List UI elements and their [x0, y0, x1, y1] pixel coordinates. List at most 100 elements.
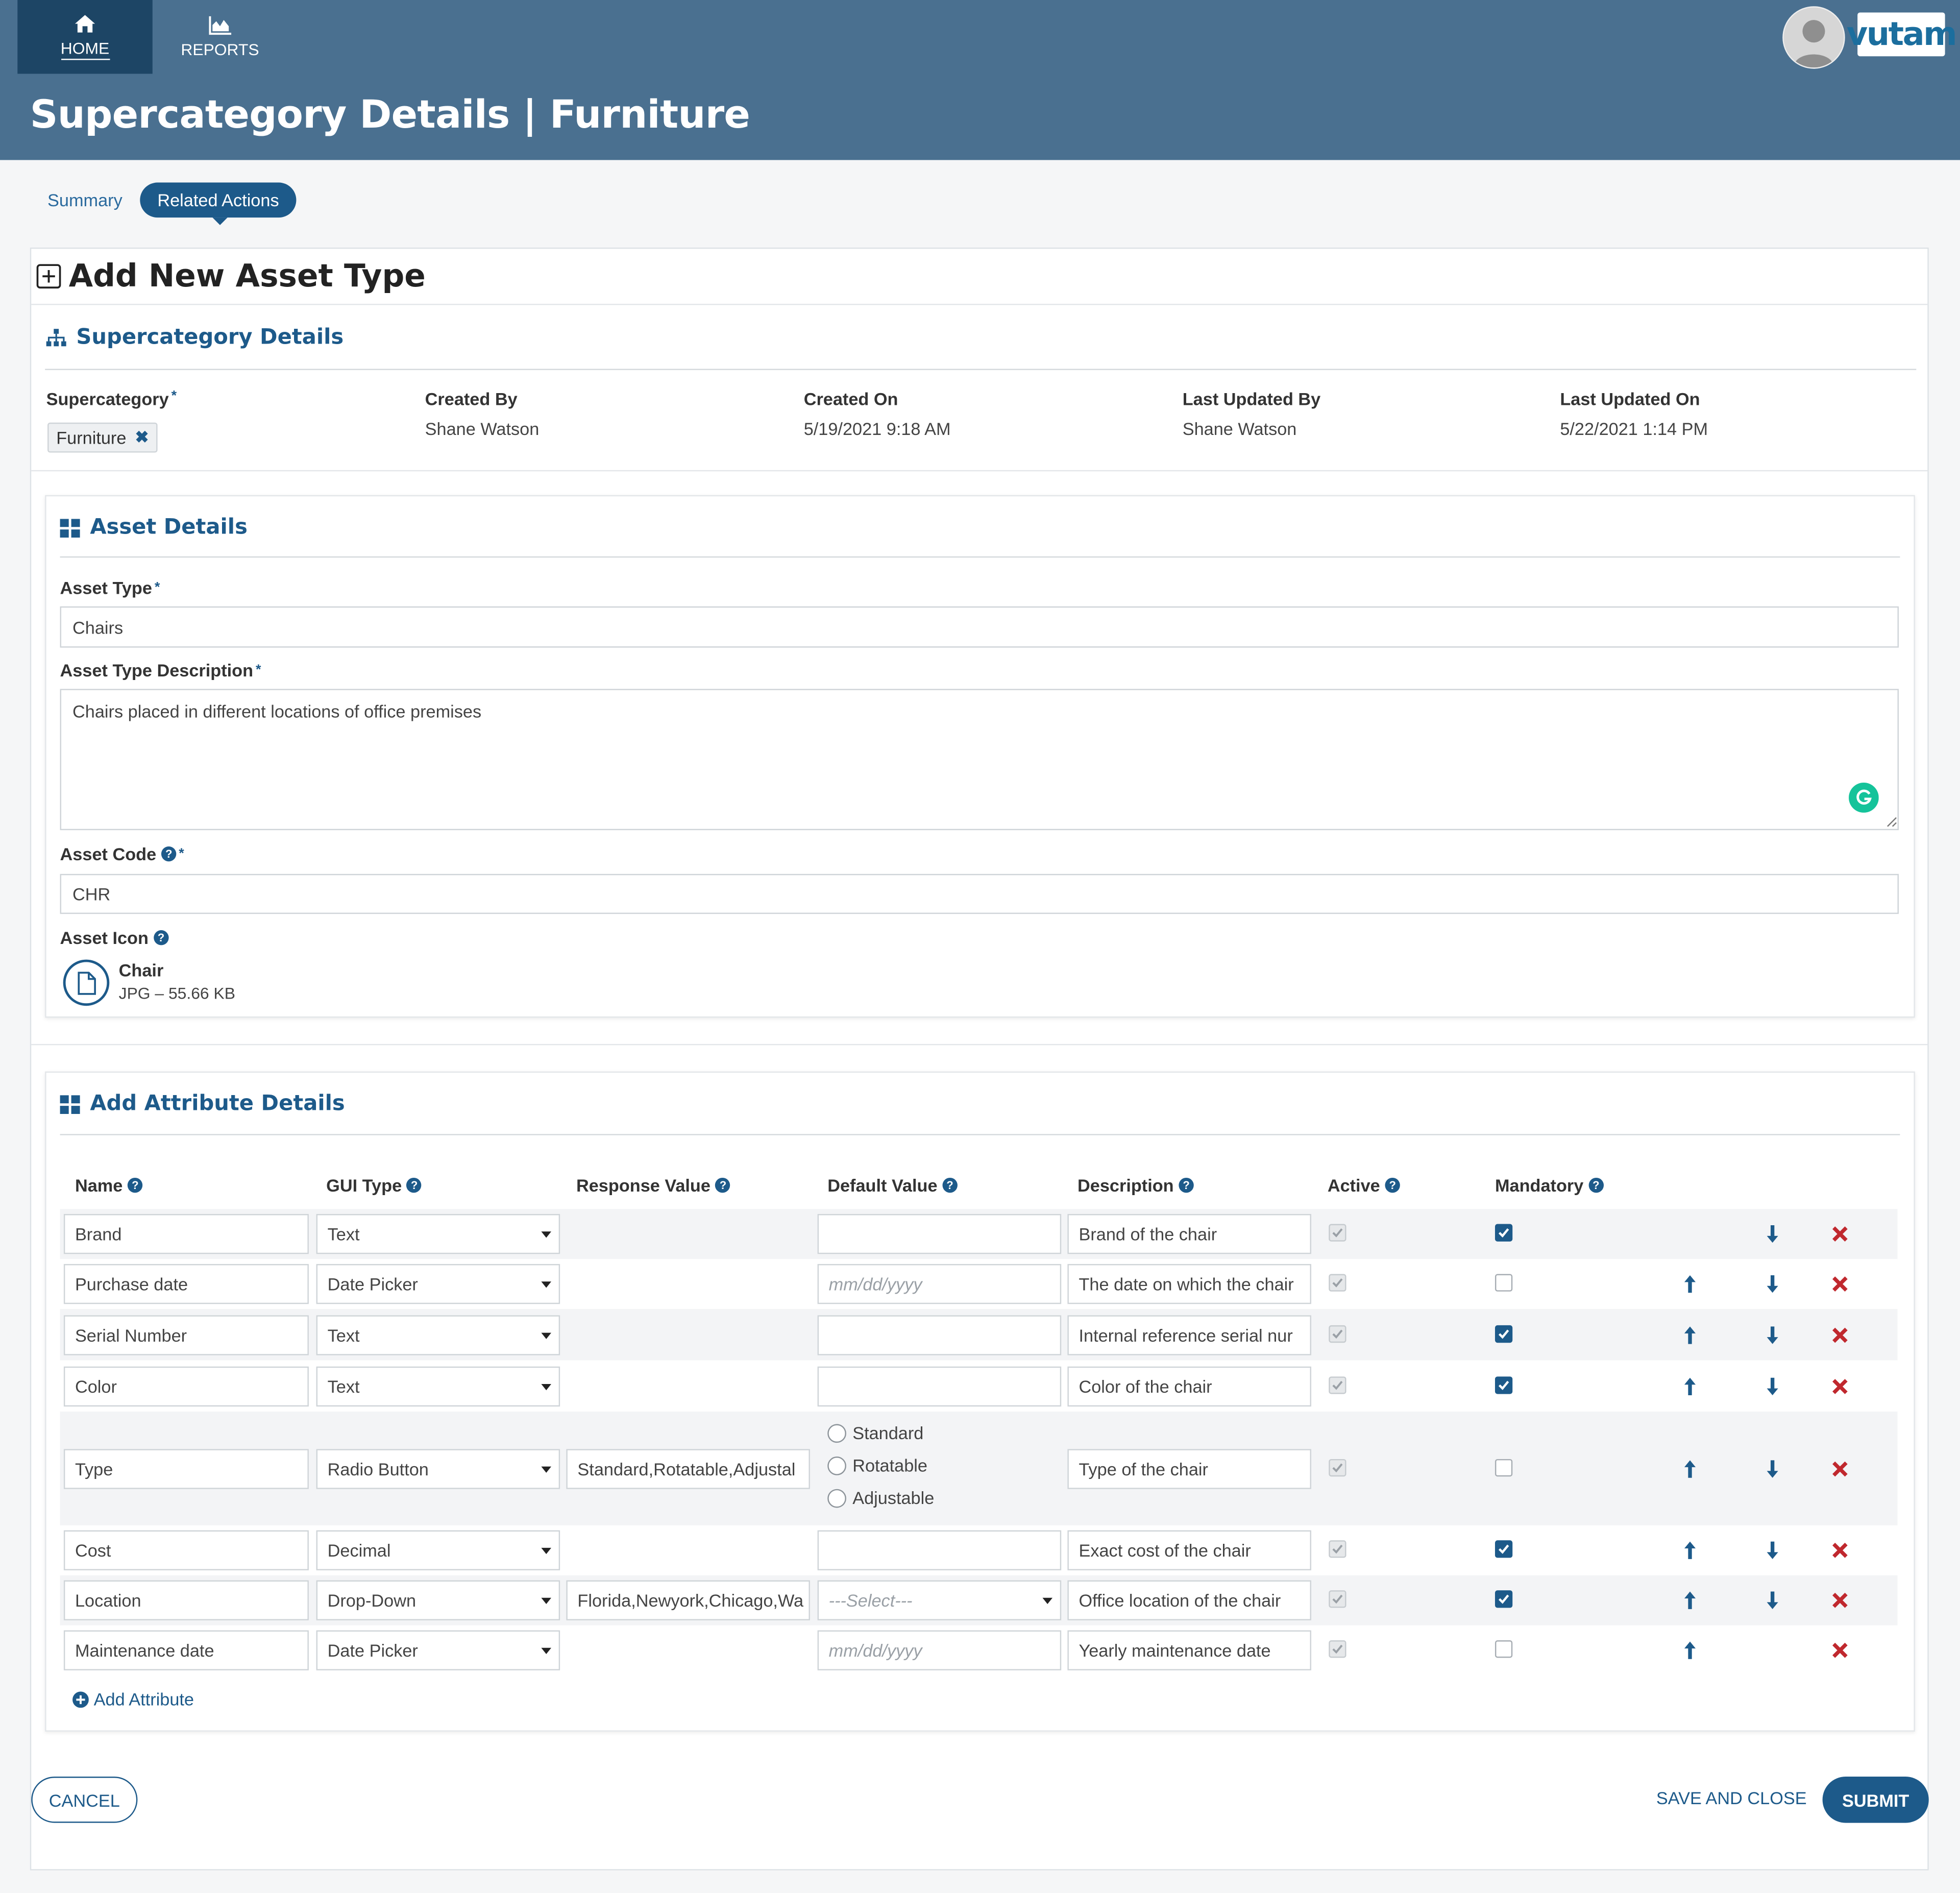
description-input[interactable]: Type of the chair [1067, 1449, 1311, 1489]
gui-type-select[interactable]: Date Picker [316, 1264, 560, 1304]
move-down-icon[interactable] [1764, 1274, 1781, 1294]
move-up-icon[interactable] [1681, 1590, 1699, 1610]
response-value-input[interactable]: Standard,Rotatable,Adjustal [566, 1449, 810, 1489]
attribute-name-input[interactable]: Type [63, 1449, 309, 1489]
attribute-name-input[interactable]: Maintenance date [63, 1630, 309, 1670]
asset-icon-file-name[interactable]: Chair [119, 960, 164, 980]
attribute-name-input[interactable]: Cost [63, 1530, 309, 1570]
delete-row-icon[interactable] [1831, 1642, 1849, 1659]
delete-row-icon[interactable] [1831, 1326, 1849, 1344]
default-value-select[interactable]: ---Select--- [817, 1580, 1062, 1620]
default-value-input[interactable]: mm/dd/yyyy [817, 1630, 1062, 1670]
mandatory-checkbox[interactable] [1494, 1274, 1513, 1292]
description-input[interactable]: Office location of the chair [1067, 1580, 1311, 1620]
help-icon[interactable]: ? [715, 1177, 731, 1193]
radio-circle-icon[interactable] [827, 1455, 846, 1475]
description-input[interactable]: Color of the chair [1067, 1366, 1311, 1407]
attribute-name-input[interactable]: Serial Number [63, 1315, 309, 1355]
move-up-icon[interactable] [1681, 1274, 1699, 1294]
move-down-icon[interactable] [1764, 1459, 1781, 1479]
submit-button[interactable]: SUBMIT [1822, 1777, 1929, 1823]
help-icon[interactable]: ? [942, 1177, 958, 1193]
help-icon[interactable]: ? [1385, 1177, 1400, 1193]
mandatory-checkbox[interactable] [1494, 1459, 1513, 1477]
response-value-input[interactable]: Florida,Newyork,Chicago,Wa [566, 1580, 810, 1620]
delete-row-icon[interactable] [1831, 1592, 1849, 1609]
gui-type-select[interactable]: Text [316, 1214, 560, 1254]
active-checkbox [1329, 1325, 1346, 1343]
resize-handle-icon[interactable] [1885, 815, 1897, 828]
cancel-button[interactable]: CANCEL [31, 1777, 138, 1823]
asset-description-textarea[interactable]: Chairs placed in different locations of … [60, 689, 1899, 831]
delete-row-icon[interactable] [1831, 1542, 1849, 1559]
description-input[interactable]: Yearly maintenance date [1067, 1630, 1311, 1670]
mandatory-checkbox[interactable] [1494, 1540, 1513, 1558]
default-value-input[interactable] [817, 1214, 1062, 1254]
delete-row-icon[interactable] [1831, 1460, 1849, 1477]
tab-related-actions[interactable]: Related Actions [140, 182, 297, 225]
asset-type-input[interactable]: Chairs [60, 606, 1899, 648]
mandatory-checkbox[interactable] [1494, 1590, 1513, 1608]
add-attribute-link[interactable]: Add Attribute [72, 1689, 194, 1709]
move-up-icon[interactable] [1681, 1640, 1699, 1660]
delete-row-icon[interactable] [1831, 1275, 1849, 1293]
help-icon[interactable]: ? [161, 846, 177, 862]
description-input[interactable]: The date on which the chair [1067, 1264, 1311, 1304]
default-radio-label: Standard [852, 1422, 924, 1443]
attribute-name-input[interactable]: Color [63, 1366, 309, 1407]
attribute-name-input[interactable]: Purchase date [63, 1264, 309, 1304]
move-down-icon[interactable] [1764, 1590, 1781, 1610]
gui-type-select[interactable]: Text [316, 1315, 560, 1355]
avatar[interactable] [1782, 6, 1845, 69]
gui-type-select[interactable]: Date Picker [316, 1630, 560, 1670]
default-value-input[interactable] [817, 1366, 1062, 1407]
attribute-name-input[interactable]: Location [63, 1580, 309, 1620]
plus-square-icon[interactable] [36, 263, 61, 288]
help-icon[interactable]: ? [406, 1177, 422, 1193]
description-input[interactable]: Internal reference serial nur [1067, 1315, 1311, 1355]
move-up-icon[interactable] [1681, 1459, 1699, 1479]
gui-type-select[interactable]: Drop-Down [316, 1580, 560, 1620]
tab-summary[interactable]: Summary [30, 183, 140, 218]
gui-type-select[interactable]: Text [316, 1366, 560, 1407]
radio-circle-icon[interactable] [827, 1423, 846, 1442]
default-value-input[interactable]: mm/dd/yyyy [817, 1264, 1062, 1304]
save-and-close-button[interactable]: SAVE AND CLOSE [1656, 1788, 1807, 1808]
attribute-name-input[interactable]: Brand [63, 1214, 309, 1254]
description-input[interactable]: Exact cost of the chair [1067, 1530, 1311, 1570]
asset-icon-label: Asset Icon [60, 928, 149, 948]
mandatory-checkbox[interactable] [1494, 1224, 1513, 1242]
nav-reports[interactable]: REPORTS [153, 0, 287, 74]
radio-circle-icon[interactable] [827, 1488, 846, 1508]
help-icon[interactable]: ? [153, 930, 169, 945]
default-value-input[interactable] [817, 1315, 1062, 1355]
move-up-icon[interactable] [1681, 1325, 1699, 1345]
default-radio-option[interactable]: Rotatable [827, 1455, 927, 1475]
mandatory-checkbox[interactable] [1494, 1640, 1513, 1658]
move-down-icon[interactable] [1764, 1540, 1781, 1560]
nav-home[interactable]: HOME [17, 0, 153, 74]
move-down-icon[interactable] [1764, 1376, 1781, 1396]
delete-row-icon[interactable] [1831, 1225, 1849, 1243]
help-icon[interactable]: ? [1179, 1177, 1194, 1193]
description-input[interactable]: Brand of the chair [1067, 1214, 1311, 1254]
help-icon[interactable]: ? [128, 1177, 143, 1193]
delete-row-icon[interactable] [1831, 1378, 1849, 1395]
gui-type-select[interactable]: Radio Button [316, 1449, 560, 1489]
mandatory-checkbox[interactable] [1494, 1376, 1513, 1394]
mandatory-checkbox[interactable] [1494, 1325, 1513, 1343]
help-icon[interactable]: ? [1588, 1177, 1604, 1193]
gui-type-select[interactable]: Decimal [316, 1530, 560, 1570]
supercategory-chip[interactable]: Furniture ✖ [47, 422, 158, 453]
move-up-icon[interactable] [1681, 1376, 1699, 1396]
asset-code-input[interactable]: CHR [60, 873, 1899, 914]
default-value-input[interactable] [817, 1530, 1062, 1570]
grammarly-icon[interactable] [1849, 783, 1879, 813]
move-up-icon[interactable] [1681, 1540, 1699, 1560]
file-icon[interactable] [62, 959, 110, 1006]
move-down-icon[interactable] [1764, 1224, 1781, 1244]
default-radio-option[interactable]: Adjustable [827, 1488, 934, 1508]
remove-chip-icon[interactable]: ✖ [135, 428, 149, 448]
default-radio-option[interactable]: Standard [827, 1423, 923, 1443]
move-down-icon[interactable] [1764, 1325, 1781, 1345]
